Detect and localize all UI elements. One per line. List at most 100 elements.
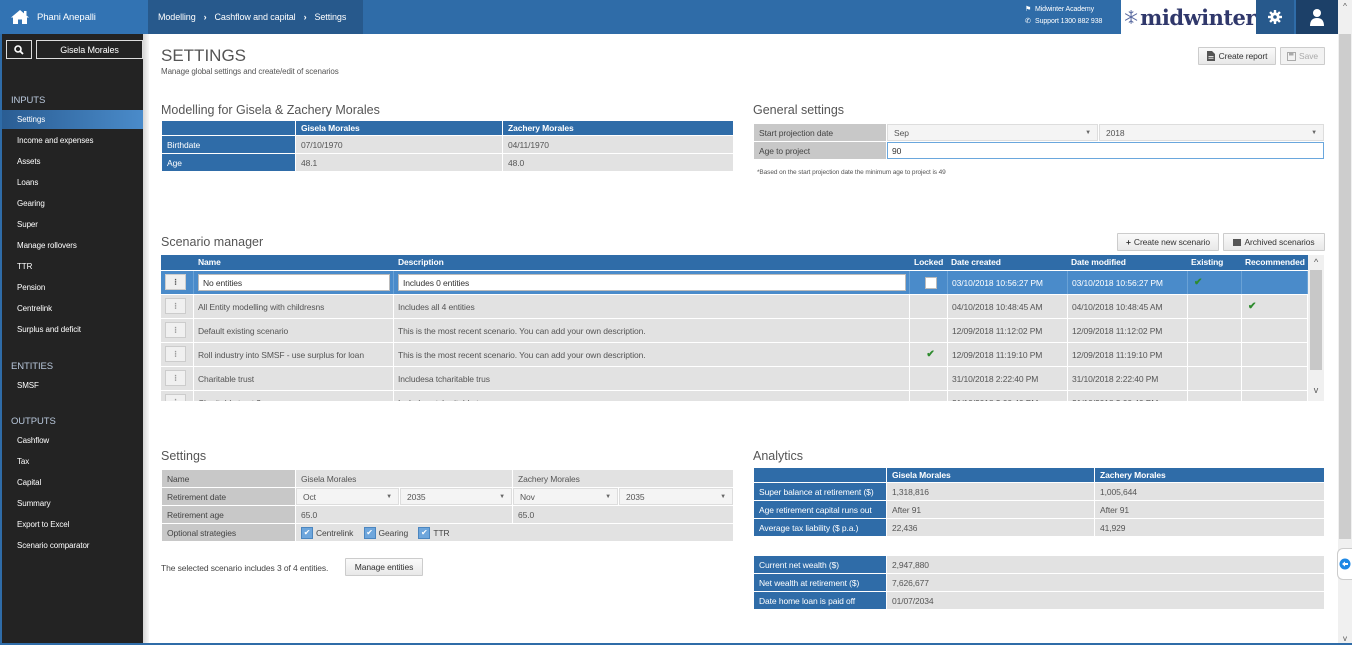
retirement-year-zachery-select[interactable]: 2035 ▼ [619, 488, 733, 505]
scenario-table: Name Description Locked Date created Dat… [161, 255, 1324, 401]
sidebar-item-manage-rollovers[interactable]: Manage rollovers [2, 236, 143, 255]
academy-link[interactable]: ⚑ Midwinter Academy [1025, 4, 1102, 16]
scenario-description: This is the most recent scenario. You ca… [398, 349, 646, 360]
page-scroll-thumb[interactable] [1339, 34, 1351, 539]
scenario-description-input[interactable]: Includes 0 entities [398, 274, 906, 291]
scroll-up-button[interactable]: ^ [1338, 0, 1352, 34]
dropdown-arrow-icon: ▼ [720, 493, 726, 500]
sidebar-item-pension[interactable]: Pension [2, 278, 143, 297]
profile-button[interactable] [1296, 0, 1338, 34]
scenario-cell-recommended [1242, 343, 1308, 366]
locked-checkbox[interactable] [924, 276, 937, 289]
super-balance-gisela: 1,318,816 [886, 482, 1095, 501]
sidebar-item-income-expenses[interactable]: Income and expenses [2, 131, 143, 150]
academy-label: Midwinter Academy [1035, 6, 1094, 13]
retirement-month-gisela-select[interactable]: Oct ▼ [296, 488, 399, 505]
arrow-left-circle-icon [1339, 558, 1351, 570]
strategy-centrelink[interactable]: ✔ Centrelink [301, 526, 353, 539]
create-new-scenario-button[interactable]: + Create new scenario [1117, 233, 1219, 251]
client-selector[interactable]: Gisela Morales [36, 40, 143, 59]
sidebar-item-ttr[interactable]: TTR [2, 257, 143, 276]
scenario-row[interactable]: ⁝ Charitable trust 2 + company Includesa t… [161, 391, 1308, 401]
row-menu-icon[interactable]: ⁝ [165, 346, 186, 362]
sidebar-item-summary[interactable]: Summary [2, 494, 143, 513]
col-name[interactable]: Name [198, 257, 221, 267]
settings-section-title: Settings [161, 449, 207, 463]
start-year-cell: 2018 ▼ [1098, 123, 1325, 142]
save-button[interactable]: Save [1280, 47, 1325, 65]
row-menu-icon[interactable]: ⁝ [165, 298, 186, 314]
scenario-row[interactable]: ⁝ No entities Includes 0 entities 03/10/201… [161, 271, 1308, 295]
row-menu-icon[interactable]: ⁝ [165, 394, 186, 401]
sidebar-item-capital[interactable]: Capital [2, 473, 143, 492]
scenario-cell-recommended [1242, 271, 1308, 294]
col-existing[interactable]: Existing [1191, 257, 1223, 267]
scroll-down-icon[interactable]: v [1308, 385, 1324, 395]
col-recommended[interactable]: Recommended [1245, 257, 1305, 267]
age-to-project-label: Age to project [753, 141, 887, 160]
checkbox-checked-icon[interactable]: ✔ [301, 526, 313, 539]
scenario-cell-recommended: ✔ [1242, 295, 1308, 318]
sidebar-item-loans[interactable]: Loans [2, 173, 143, 192]
sidebar-item-gearing[interactable]: Gearing [2, 194, 143, 213]
scroll-down-icon[interactable]: v [1338, 634, 1352, 643]
scenario-scroll-thumb[interactable] [1310, 270, 1322, 370]
scenario-cell-description: Includesa tcharitable trus [394, 367, 910, 390]
col-locked[interactable]: Locked [914, 257, 943, 267]
age-to-project-input[interactable]: 90 [887, 142, 1324, 159]
sidebar-item-tax[interactable]: Tax [2, 452, 143, 471]
age-zachery: 48.0 [502, 153, 734, 172]
scenario-cell-existing [1188, 343, 1242, 366]
scenario-row[interactable]: ⁝ Roll industry into SMSF - use surplus f… [161, 343, 1308, 367]
midwinter-logo: midwinter [1121, 0, 1256, 34]
start-year-select[interactable]: 2018 ▼ [1099, 124, 1324, 141]
col-description[interactable]: Description [398, 257, 444, 267]
archived-scenarios-button[interactable]: Archived scenarios [1223, 233, 1325, 251]
row-menu-icon[interactable]: ⁝ [165, 322, 186, 338]
row-menu-icon[interactable]: ⁝ [165, 274, 186, 290]
search-button[interactable] [6, 40, 32, 59]
current-net-wealth-label: Current net wealth ($) [753, 555, 887, 574]
sidebar-item-surplus-deficit[interactable]: Surplus and deficit [2, 320, 143, 339]
dropdown-arrow-icon: ▼ [386, 493, 392, 500]
super-balance-label: Super balance at retirement ($) [753, 482, 887, 501]
snowflake-icon [1124, 10, 1138, 24]
scenario-name-input[interactable]: No entities [198, 274, 390, 291]
sidebar-item-export-excel[interactable]: Export to Excel [2, 515, 143, 534]
start-month-value: Sep [894, 127, 909, 138]
capital-runs-out-label: Age retirement capital runs out [753, 500, 887, 519]
scenario-cell-modified: 31/10/2018 3:00:40 PM [1068, 391, 1188, 401]
user-menu[interactable]: Phani Anepalli [0, 0, 148, 34]
row-menu-icon[interactable]: ⁝ [165, 370, 186, 386]
retirement-year-gisela-select[interactable]: 2035 ▼ [400, 488, 512, 505]
remote-support-tab[interactable] [1337, 548, 1352, 580]
settings-button[interactable] [1256, 0, 1294, 34]
flag-icon: ⚑ [1025, 6, 1032, 13]
scenario-scrollbar[interactable]: ^ v [1308, 255, 1324, 401]
sidebar-item-smsf[interactable]: SMSF [2, 376, 143, 395]
manage-entities-button[interactable]: Manage entities [345, 558, 423, 576]
checkmark-icon[interactable]: ✔ [926, 349, 934, 360]
start-month-select[interactable]: Sep ▼ [887, 124, 1098, 141]
checkbox-checked-icon[interactable]: ✔ [418, 526, 431, 539]
col-date-created[interactable]: Date created [951, 257, 1001, 267]
strategy-gearing[interactable]: ✔ Gearing [363, 526, 408, 539]
sidebar-item-assets[interactable]: Assets [2, 152, 143, 171]
checkbox-checked-icon[interactable]: ✔ [363, 526, 376, 539]
col-date-modified[interactable]: Date modified [1071, 257, 1126, 267]
retirement-month-zachery-select[interactable]: Nov ▼ [513, 488, 618, 505]
strategy-ttr[interactable]: ✔ TTR [418, 526, 450, 539]
home-icon[interactable] [10, 9, 30, 25]
scenario-row[interactable]: ⁝ All Entity modelling with childresns Inc… [161, 295, 1308, 319]
scenario-row[interactable]: ⁝ Default existing scenario This is the mo… [161, 319, 1308, 343]
sidebar-item-super[interactable]: Super [2, 215, 143, 234]
create-report-button[interactable]: Create report [1198, 47, 1276, 65]
breadcrumb-cashflow[interactable]: Cashflow and capital [215, 12, 296, 22]
sidebar-item-cashflow[interactable]: Cashflow [2, 431, 143, 450]
scroll-up-icon[interactable]: ^ [1308, 257, 1324, 267]
scenario-row[interactable]: ⁝ Charitable trust Includesa tcharitable t… [161, 367, 1308, 391]
sidebar-item-centrelink[interactable]: Centrelink [2, 299, 143, 318]
sidebar-item-settings[interactable]: Settings [2, 110, 143, 129]
breadcrumb-modelling[interactable]: Modelling [158, 12, 196, 22]
sidebar-item-scenario-comparator[interactable]: Scenario comparator [2, 536, 143, 555]
